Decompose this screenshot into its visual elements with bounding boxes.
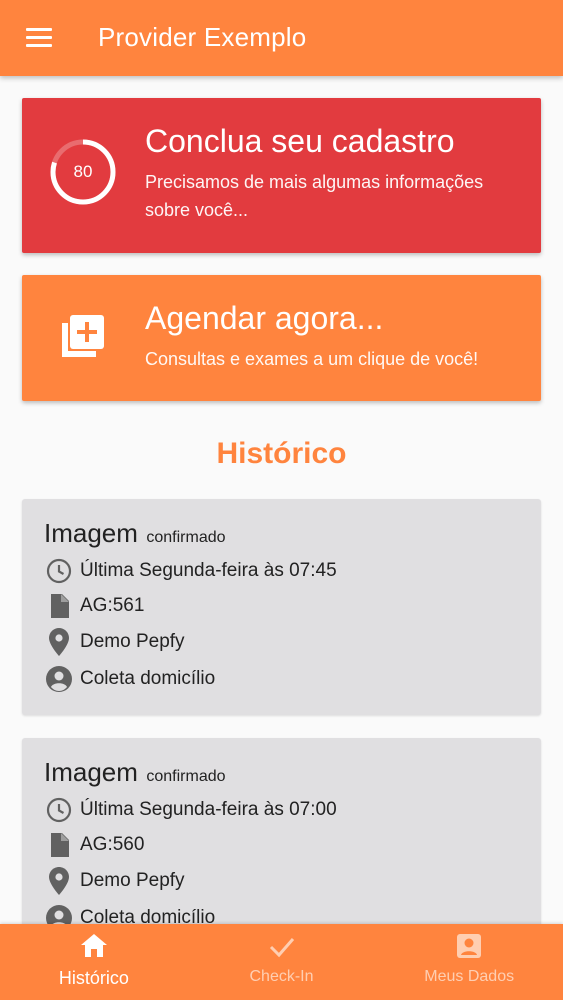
progress-value: 80 [73,162,93,181]
nav-label: Meus Dados [424,968,515,985]
complete-profile-card[interactable]: 80 Conclua seu cadastro Precisamos de ma… [22,98,541,253]
clock-icon [44,795,74,825]
nav-label: Histórico [58,968,129,988]
appointment-datetime: Última Segunda-feira às 07:00 [80,799,337,820]
menu-icon[interactable] [26,28,52,48]
complete-profile-subtitle: Precisamos de mais algumas informações s… [145,172,484,220]
history-section-title: Histórico [216,437,347,470]
home-icon [80,932,108,960]
nav-label: Check-In [249,968,314,985]
history-card[interactable]: Imagem confirmado Última Segunda-feira à… [22,738,541,954]
add-to-queue-icon [62,315,104,357]
nav-tab-checkin[interactable]: Check-In [188,924,376,1000]
location-pin-icon [44,627,74,657]
profile-progress-ring: 80 [48,137,118,207]
clock-icon [44,556,74,586]
app-bar: Provider Exemplo [0,0,563,76]
nav-tab-meus-dados[interactable]: Meus Dados [375,924,563,1000]
appointment-type: Imagem [44,518,138,548]
history-card[interactable]: Imagem confirmado Última Segunda-feira à… [22,499,541,715]
complete-profile-title: Conclua seu cadastro [145,123,455,159]
appointment-service: Coleta domicílio [80,668,216,689]
appointment-code: AG:560 [80,834,145,855]
appointment-code: AG:561 [80,595,145,616]
appointment-place: Demo Pepfy [80,631,185,652]
account-box-icon [455,932,483,960]
appointment-place: Demo Pepfy [80,870,185,891]
bottom-navigation: Histórico Check-In Meus Dados [0,924,563,1000]
file-icon [44,830,74,860]
file-icon [44,591,74,621]
account-circle-icon [44,664,74,694]
check-icon [268,932,296,960]
appointment-datetime: Última Segunda-feira às 07:45 [80,560,337,581]
schedule-now-subtitle: Consultas e exames a um clique de você! [145,349,479,369]
location-pin-icon [44,866,74,896]
nav-tab-historico[interactable]: Histórico [0,924,188,1000]
schedule-now-title: Agendar agora... [145,300,384,336]
appointment-status: confirmado [146,529,226,546]
schedule-now-card[interactable]: Agendar agora... Consultas e exames a um… [22,275,541,401]
appointment-type: Imagem [44,757,138,787]
appointment-status: confirmado [146,768,226,785]
app-title: Provider Exemplo [98,22,307,52]
